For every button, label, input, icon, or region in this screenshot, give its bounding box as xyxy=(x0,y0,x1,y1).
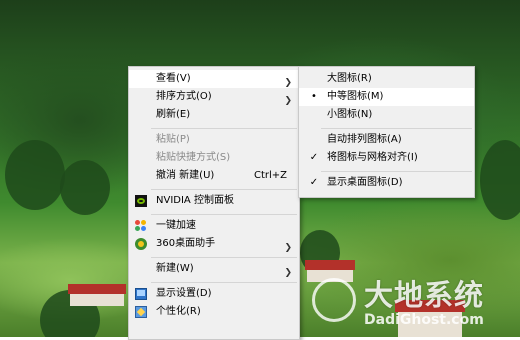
menu-item-display-settings[interactable]: 显示设置(D) xyxy=(129,285,299,303)
menu-item-label: 粘贴快捷方式(S) xyxy=(156,152,231,163)
nvidia-icon xyxy=(135,195,147,207)
menu-item-sort-by[interactable]: 排序方式(O) ❯ xyxy=(129,88,299,106)
wallpaper-tree xyxy=(60,160,110,215)
radio-dot-icon: • xyxy=(311,91,317,102)
menu-separator xyxy=(321,171,472,172)
watermark-url: DadiGhost.com xyxy=(364,312,484,328)
wallpaper-house-roof xyxy=(305,260,355,270)
menu-item-label: 显示桌面图标(D) xyxy=(327,177,403,188)
wallpaper-tree xyxy=(480,140,520,220)
menu-item-label: 360桌面助手 xyxy=(156,238,216,249)
submenu-arrow-icon: ❯ xyxy=(284,243,292,253)
menu-item-label: 新建(W) xyxy=(156,263,194,274)
menu-separator xyxy=(151,257,297,258)
360-desktop-icon xyxy=(135,238,147,250)
menu-separator xyxy=(151,282,297,283)
menu-item-label: 排序方式(O) xyxy=(156,91,212,102)
menu-item-new[interactable]: 新建(W) ❯ xyxy=(129,260,299,278)
menu-separator xyxy=(151,214,297,215)
menu-item-label: 中等图标(M) xyxy=(327,91,384,102)
menu-item-label: 一键加速 xyxy=(156,220,196,231)
menu-item-paste[interactable]: 粘贴(P) xyxy=(129,131,299,149)
menu-item-label: NVIDIA 控制面板 xyxy=(156,195,234,206)
menu-item-label: 自动排列图标(A) xyxy=(327,134,402,145)
menu-item-label: 将图标与网格对齐(I) xyxy=(327,152,418,163)
menu-item-label: 查看(V) xyxy=(156,73,191,84)
wallpaper-house xyxy=(70,294,124,306)
menu-item-label: 大图标(R) xyxy=(327,73,372,84)
menu-item-label: 显示设置(D) xyxy=(156,288,212,299)
menu-item-nvidia-control-panel[interactable]: NVIDIA 控制面板 xyxy=(129,192,299,210)
menu-separator xyxy=(151,189,297,190)
menu-item-view[interactable]: 查看(V) ❯ xyxy=(129,70,299,88)
wallpaper-house-roof xyxy=(68,284,126,294)
menu-separator xyxy=(151,128,297,129)
menu-item-speed-boost[interactable]: 一键加速 xyxy=(129,217,299,235)
desktop-context-menu: 查看(V) ❯ 排序方式(O) ❯ 刷新(E) 粘贴(P) 粘贴快捷方式(S) … xyxy=(128,66,300,340)
submenu-item-large-icons[interactable]: 大图标(R) xyxy=(299,70,474,88)
speed-boost-icon xyxy=(135,220,147,232)
submenu-item-align-to-grid[interactable]: ✓ 将图标与网格对齐(I) xyxy=(299,149,474,167)
menu-item-paste-shortcut[interactable]: 粘贴快捷方式(S) xyxy=(129,149,299,167)
wallpaper-tree xyxy=(5,140,65,210)
view-submenu: 大图标(R) • 中等图标(M) 小图标(N) 自动排列图标(A) ✓ 将图标与… xyxy=(298,66,475,198)
menu-item-label: 撤消 新建(U) xyxy=(156,170,215,181)
menu-item-label: 小图标(N) xyxy=(327,109,373,120)
watermark-title: 大地系统 xyxy=(364,278,485,312)
submenu-item-show-desktop-icons[interactable]: ✓ 显示桌面图标(D) xyxy=(299,174,474,192)
watermark-logo-icon xyxy=(312,278,356,322)
menu-item-label: 粘贴(P) xyxy=(156,134,190,145)
submenu-item-small-icons[interactable]: 小图标(N) xyxy=(299,106,474,124)
checkmark-icon: ✓ xyxy=(309,152,319,163)
menu-item-360-desktop-assistant[interactable]: 360桌面助手 ❯ xyxy=(129,235,299,253)
submenu-item-auto-arrange[interactable]: 自动排列图标(A) xyxy=(299,131,474,149)
menu-item-label: 个性化(R) xyxy=(156,306,201,317)
menu-item-undo-new[interactable]: 撤消 新建(U) Ctrl+Z xyxy=(129,167,299,185)
submenu-item-medium-icons[interactable]: • 中等图标(M) xyxy=(299,88,474,106)
watermark: 大地系统 DadiGhost.com xyxy=(310,272,520,337)
menu-item-personalize[interactable]: 个性化(R) xyxy=(129,303,299,321)
submenu-arrow-icon: ❯ xyxy=(284,268,292,278)
checkmark-icon: ✓ xyxy=(309,177,319,188)
menu-item-shortcut: Ctrl+Z xyxy=(253,170,287,181)
display-settings-icon xyxy=(135,288,147,300)
menu-separator xyxy=(321,128,472,129)
personalize-icon xyxy=(135,306,147,318)
menu-item-refresh[interactable]: 刷新(E) xyxy=(129,106,299,124)
menu-item-label: 刷新(E) xyxy=(156,109,191,120)
